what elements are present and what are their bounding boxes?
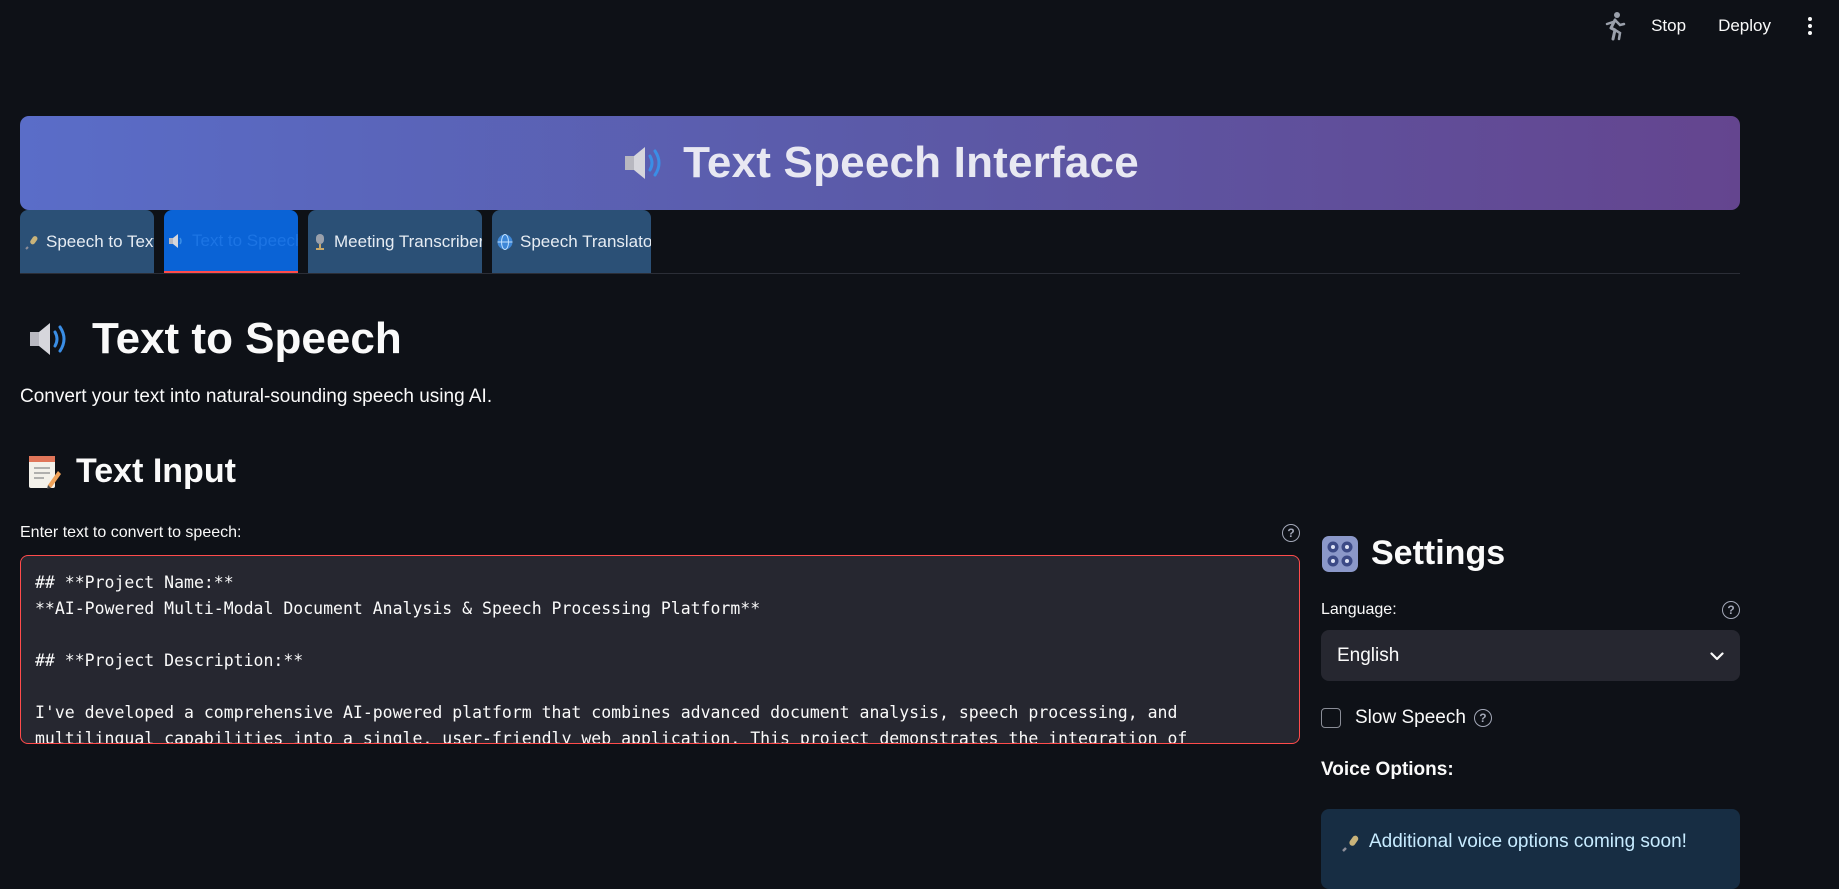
tab-text-to-speech[interactable]: Text to Speech xyxy=(164,210,298,273)
voice-info-alert: Additional voice options coming soon! xyxy=(1321,809,1740,889)
microphone-icon xyxy=(24,234,40,250)
chevron-down-icon xyxy=(1710,645,1724,667)
tab-label: Meeting Transcriber xyxy=(334,231,482,251)
speaker-icon xyxy=(621,143,669,183)
text-input-label: Enter text to convert to speech: xyxy=(20,524,242,541)
language-label-row: Language: ? xyxy=(1321,601,1740,619)
tab-label: Speech to Text xyxy=(46,231,154,251)
slow-speech-label[interactable]: Slow Speech xyxy=(1355,707,1466,729)
tab-speech-to-text[interactable]: Speech to Text xyxy=(20,210,154,273)
help-icon[interactable]: ? xyxy=(1473,709,1492,727)
speaker-icon xyxy=(26,319,74,359)
studio-microphone-icon xyxy=(312,233,328,251)
control-knobs-icon xyxy=(1321,535,1359,573)
settings-heading: Settings xyxy=(1321,534,1740,573)
help-icon[interactable]: ? xyxy=(1722,601,1740,619)
settings-column: Settings Language: ? English Slow Speech… xyxy=(1321,534,1740,889)
header-banner: Text Speech Interface xyxy=(20,116,1740,210)
tab-meeting-transcriber[interactable]: Meeting Transcriber xyxy=(308,210,482,273)
microphone-icon xyxy=(1341,833,1361,853)
kebab-menu-icon[interactable] xyxy=(1803,17,1817,35)
running-person-icon xyxy=(1603,10,1627,42)
memo-icon xyxy=(26,453,62,491)
slow-speech-row: Slow Speech ? xyxy=(1321,707,1740,729)
page-description: Convert your text into natural-sounding … xyxy=(20,386,493,407)
text-input-column: Enter text to convert to speech: ? ## **… xyxy=(20,524,1300,744)
stop-button[interactable]: Stop xyxy=(1651,16,1686,36)
text-input-label-row: Enter text to convert to speech: ? xyxy=(20,524,1300,542)
voice-options-label: Voice Options: xyxy=(1321,759,1454,780)
text-to-convert-textarea[interactable]: ## **Project Name:** **AI-Powered Multi-… xyxy=(20,555,1300,744)
help-icon[interactable]: ? xyxy=(1282,524,1300,542)
app-title: Text Speech Interface xyxy=(683,138,1139,187)
page-heading: Text to Speech xyxy=(20,314,1740,364)
main-content: Text Speech Interface Speech to Text Tex… xyxy=(20,116,1740,889)
settings-title: Settings xyxy=(1371,534,1506,572)
language-label: Language: xyxy=(1321,601,1397,618)
text-input-heading: Text Input xyxy=(20,452,1740,491)
globe-icon xyxy=(496,233,514,251)
deploy-button[interactable]: Deploy xyxy=(1718,16,1771,36)
tab-label: Speech Translator xyxy=(520,231,651,251)
tab-label: Text to Speech xyxy=(192,230,298,250)
section-title: Text Input xyxy=(76,452,236,490)
slow-speech-checkbox[interactable] xyxy=(1321,708,1341,728)
tab-speech-translator[interactable]: Speech Translator xyxy=(492,210,651,273)
tab-bar: Speech to Text Text to Speech Meeting Tr… xyxy=(20,210,1740,274)
page-title: Text to Speech xyxy=(92,314,402,363)
speaker-icon xyxy=(168,233,186,249)
language-select[interactable]: English xyxy=(1321,630,1740,681)
voice-info-text: Additional voice options coming soon! xyxy=(1369,831,1687,852)
language-selected-value: English xyxy=(1337,644,1400,666)
top-toolbar: Stop Deploy xyxy=(1603,0,1839,52)
